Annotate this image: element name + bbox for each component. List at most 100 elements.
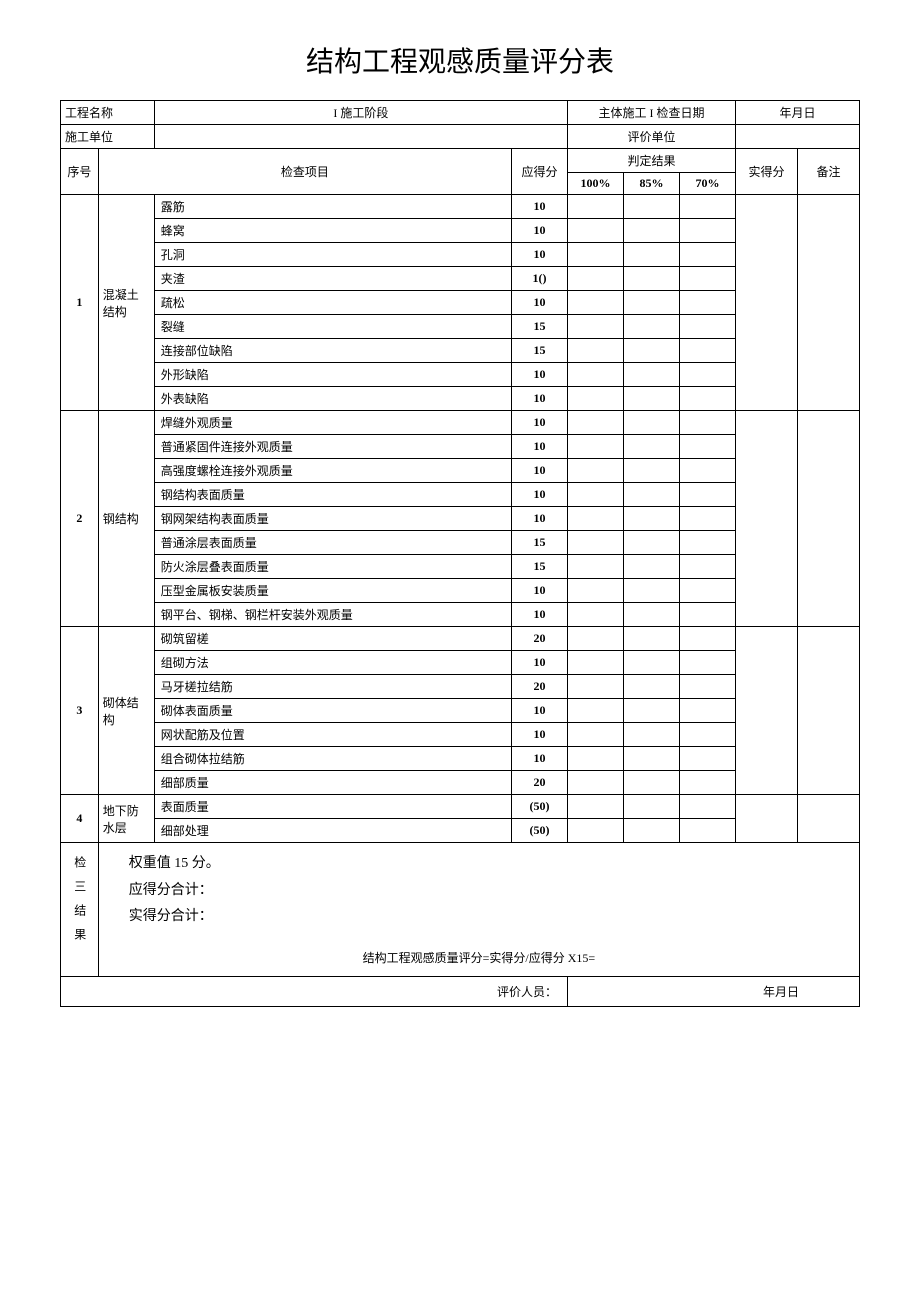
cell-85[interactable] <box>624 219 680 243</box>
cell-70[interactable] <box>680 795 736 819</box>
cell-70[interactable] <box>680 747 736 771</box>
cell-100[interactable] <box>568 747 624 771</box>
cell-70[interactable] <box>680 723 736 747</box>
cell-85[interactable] <box>624 723 680 747</box>
cell-100[interactable] <box>568 363 624 387</box>
remark-cell[interactable] <box>798 195 860 411</box>
cell-85[interactable] <box>624 435 680 459</box>
cell-100[interactable] <box>568 627 624 651</box>
cell-100[interactable] <box>568 195 624 219</box>
cell-70[interactable] <box>680 675 736 699</box>
item-name: 钢网架结构表面质量 <box>154 507 511 531</box>
cell-70[interactable] <box>680 267 736 291</box>
cell-70[interactable] <box>680 435 736 459</box>
cell-85[interactable] <box>624 363 680 387</box>
cell-100[interactable] <box>568 651 624 675</box>
cell-100[interactable] <box>568 459 624 483</box>
cell-100[interactable] <box>568 243 624 267</box>
cell-100[interactable] <box>568 603 624 627</box>
cell-100[interactable] <box>568 531 624 555</box>
cell-85[interactable] <box>624 507 680 531</box>
cell-100[interactable] <box>568 795 624 819</box>
eval-unit-value[interactable] <box>736 125 860 149</box>
cell-85[interactable] <box>624 819 680 843</box>
cell-70[interactable] <box>680 819 736 843</box>
cell-70[interactable] <box>680 387 736 411</box>
cell-100[interactable] <box>568 723 624 747</box>
cell-70[interactable] <box>680 579 736 603</box>
actual-cell[interactable] <box>736 795 798 843</box>
cell-85[interactable] <box>624 195 680 219</box>
cell-85[interactable] <box>624 339 680 363</box>
remark-cell[interactable] <box>798 411 860 627</box>
seq-4: 4 <box>61 795 99 843</box>
cell-70[interactable] <box>680 219 736 243</box>
cat-2: 钢结构 <box>98 411 154 627</box>
remark-cell[interactable] <box>798 795 860 843</box>
cell-85[interactable] <box>624 795 680 819</box>
cell-100[interactable] <box>568 219 624 243</box>
cell-100[interactable] <box>568 267 624 291</box>
cell-70[interactable] <box>680 603 736 627</box>
cell-85[interactable] <box>624 411 680 435</box>
cell-100[interactable] <box>568 411 624 435</box>
cell-70[interactable] <box>680 483 736 507</box>
actual-cell[interactable] <box>736 411 798 627</box>
cell-85[interactable] <box>624 483 680 507</box>
cell-100[interactable] <box>568 507 624 531</box>
cell-85[interactable] <box>624 699 680 723</box>
cell-100[interactable] <box>568 579 624 603</box>
evaluator-label: 评价人员： <box>497 985 557 999</box>
cell-100[interactable] <box>568 555 624 579</box>
actual-cell[interactable] <box>736 627 798 795</box>
cell-70[interactable] <box>680 195 736 219</box>
item-name: 组合砌体拉结筋 <box>154 747 511 771</box>
cell-100[interactable] <box>568 387 624 411</box>
max-total-line: 应得分合计： <box>129 878 829 905</box>
cell-100[interactable] <box>568 339 624 363</box>
cell-70[interactable] <box>680 243 736 267</box>
cell-85[interactable] <box>624 459 680 483</box>
cell-85[interactable] <box>624 579 680 603</box>
cell-100[interactable] <box>568 291 624 315</box>
cell-85[interactable] <box>624 267 680 291</box>
cell-100[interactable] <box>568 819 624 843</box>
cell-70[interactable] <box>680 699 736 723</box>
cell-85[interactable] <box>624 531 680 555</box>
item-name: 连接部位缺陷 <box>154 339 511 363</box>
cell-85[interactable] <box>624 747 680 771</box>
cell-100[interactable] <box>568 699 624 723</box>
cell-70[interactable] <box>680 555 736 579</box>
cell-70[interactable] <box>680 363 736 387</box>
cell-70[interactable] <box>680 411 736 435</box>
cell-70[interactable] <box>680 315 736 339</box>
cell-85[interactable] <box>624 627 680 651</box>
cell-70[interactable] <box>680 291 736 315</box>
cell-85[interactable] <box>624 387 680 411</box>
cell-70[interactable] <box>680 339 736 363</box>
cell-100[interactable] <box>568 771 624 795</box>
cell-85[interactable] <box>624 603 680 627</box>
cell-85[interactable] <box>624 291 680 315</box>
cell-70[interactable] <box>680 507 736 531</box>
column-header-row: 序号 检查项目 应得分 判定结果 实得分 备注 <box>61 149 860 173</box>
cell-85[interactable] <box>624 651 680 675</box>
cell-70[interactable] <box>680 627 736 651</box>
cell-85[interactable] <box>624 315 680 339</box>
cell-70[interactable] <box>680 771 736 795</box>
cell-85[interactable] <box>624 555 680 579</box>
cell-100[interactable] <box>568 315 624 339</box>
cell-70[interactable] <box>680 459 736 483</box>
cell-100[interactable] <box>568 483 624 507</box>
cell-70[interactable] <box>680 651 736 675</box>
cell-85[interactable] <box>624 771 680 795</box>
cell-100[interactable] <box>568 435 624 459</box>
cell-85[interactable] <box>624 675 680 699</box>
cell-85[interactable] <box>624 243 680 267</box>
cell-70[interactable] <box>680 531 736 555</box>
actual-cell[interactable] <box>736 195 798 411</box>
unit-value[interactable] <box>154 125 567 149</box>
item-score: 10 <box>512 291 568 315</box>
cell-100[interactable] <box>568 675 624 699</box>
remark-cell[interactable] <box>798 627 860 795</box>
